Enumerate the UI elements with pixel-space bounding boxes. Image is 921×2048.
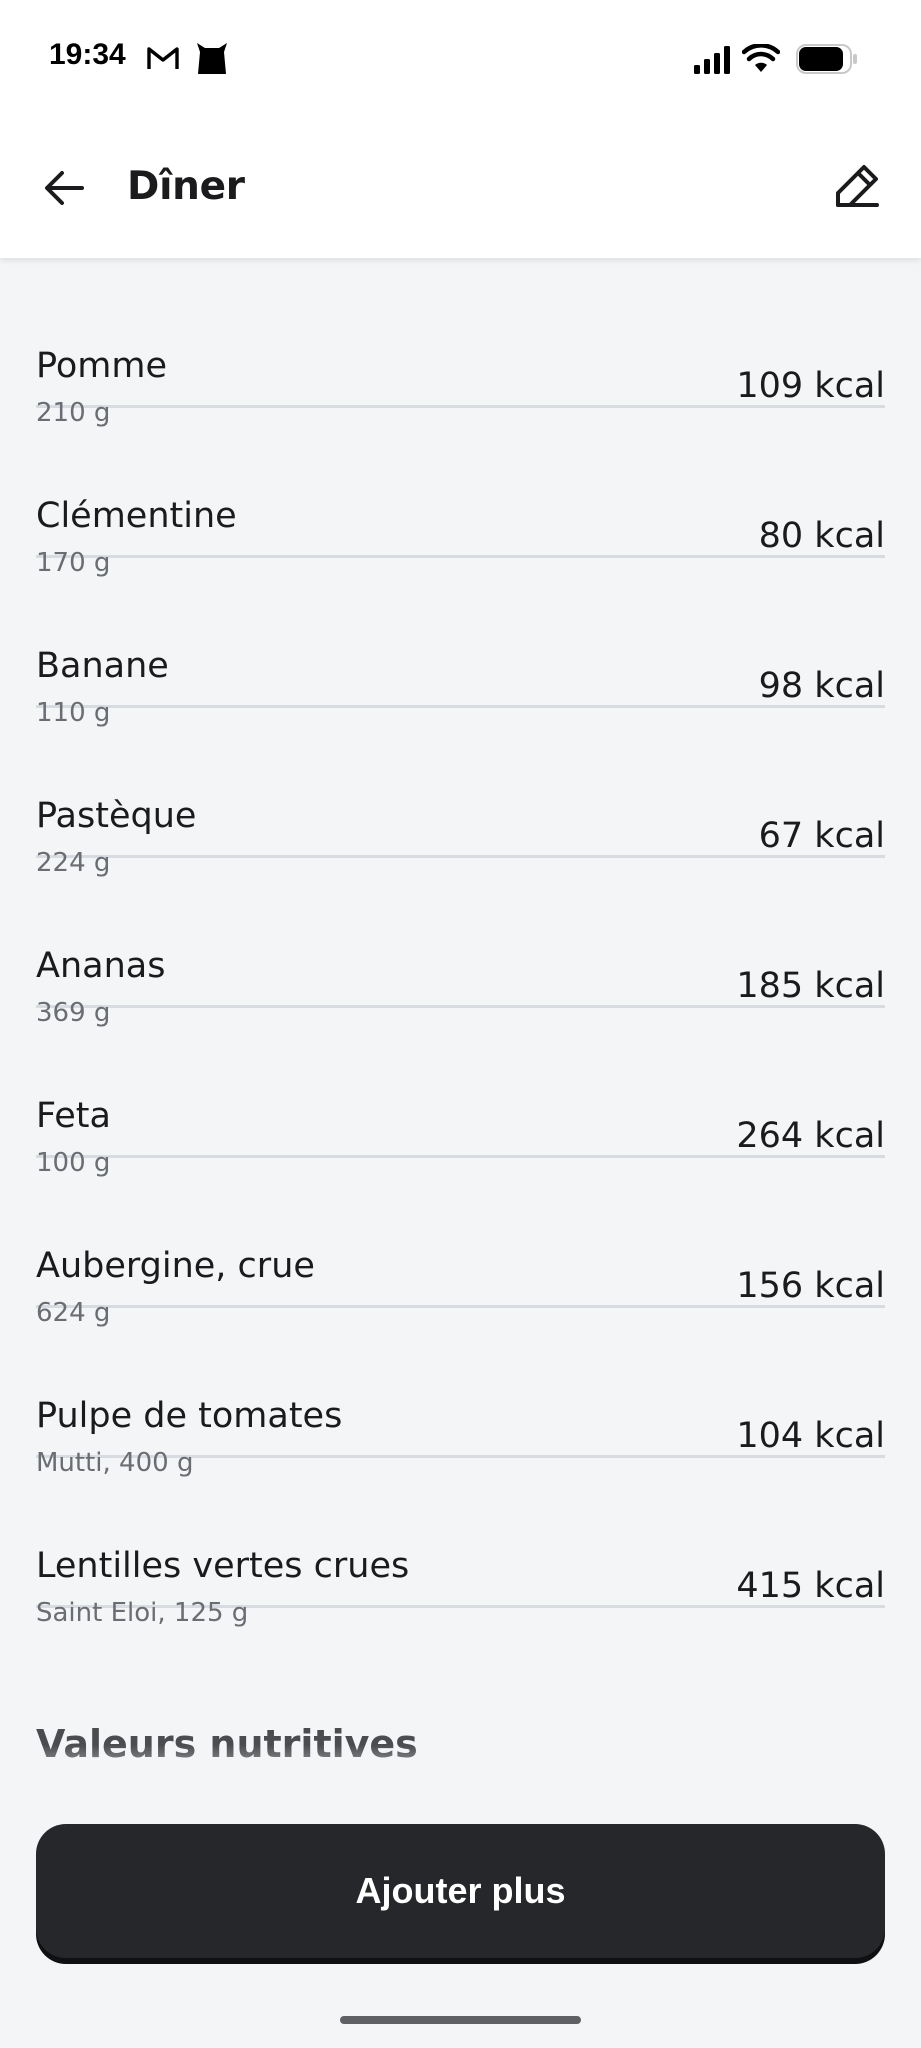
battery-icon	[796, 44, 858, 78]
food-name: Pulpe de tomates	[36, 1396, 343, 1436]
food-kcal: 104 kcal	[736, 1416, 885, 1456]
list-item[interactable]: Feta 100 g 264 kcal	[36, 1008, 885, 1178]
food-kcal: 156 kcal	[736, 1266, 885, 1306]
food-kcal: 185 kcal	[736, 966, 885, 1006]
food-detail: Saint Eloi, 125 g	[36, 1598, 249, 1628]
food-kcal: 80 kcal	[758, 516, 885, 556]
list-item[interactable]: Ananas 369 g 185 kcal	[36, 858, 885, 1028]
signal-icon	[694, 46, 732, 78]
wifi-icon	[741, 43, 781, 78]
food-name: Lentilles vertes crues	[36, 1546, 410, 1586]
edit-button[interactable]	[829, 160, 885, 216]
arrow-left-icon	[44, 170, 84, 210]
food-kcal: 264 kcal	[736, 1116, 885, 1156]
list-item[interactable]: Lentilles vertes crues Saint Eloi, 125 g…	[36, 1458, 885, 1628]
food-kcal: 98 kcal	[758, 666, 885, 706]
food-kcal: 67 kcal	[758, 816, 885, 856]
food-name: Aubergine, crue	[36, 1246, 315, 1286]
food-list: Pomme 210 g 109 kcal Clémentine 170 g 80…	[36, 258, 885, 1628]
list-item[interactable]: Pomme 210 g 109 kcal	[36, 258, 885, 428]
food-kcal: 109 kcal	[736, 366, 885, 406]
food-kcal: 415 kcal	[736, 1566, 885, 1606]
status-bar: 19:34	[0, 0, 921, 110]
list-item[interactable]: Banane 110 g 98 kcal	[36, 558, 885, 728]
food-name: Pomme	[36, 346, 167, 386]
gmail-icon	[146, 44, 180, 76]
list-item[interactable]: Aubergine, crue 624 g 156 kcal	[36, 1158, 885, 1328]
food-name: Pastèque	[36, 796, 197, 836]
page-title: Dîner	[127, 164, 245, 209]
top-app-bar: Dîner	[0, 110, 921, 258]
status-time: 19:34	[49, 38, 126, 71]
pencil-icon	[833, 162, 881, 214]
app-cat-icon	[194, 40, 230, 80]
list-item[interactable]: Pastèque 224 g 67 kcal	[36, 708, 885, 878]
food-name: Clémentine	[36, 496, 237, 536]
food-name: Banane	[36, 646, 169, 686]
home-indicator[interactable]	[340, 2016, 581, 2024]
food-name: Feta	[36, 1096, 111, 1136]
back-button[interactable]	[36, 164, 92, 216]
food-name: Ananas	[36, 946, 166, 986]
list-item[interactable]: Clémentine 170 g 80 kcal	[36, 408, 885, 578]
add-more-button[interactable]: Ajouter plus	[36, 1824, 885, 1958]
list-item[interactable]: Pulpe de tomates Mutti, 400 g 104 kcal	[36, 1308, 885, 1478]
